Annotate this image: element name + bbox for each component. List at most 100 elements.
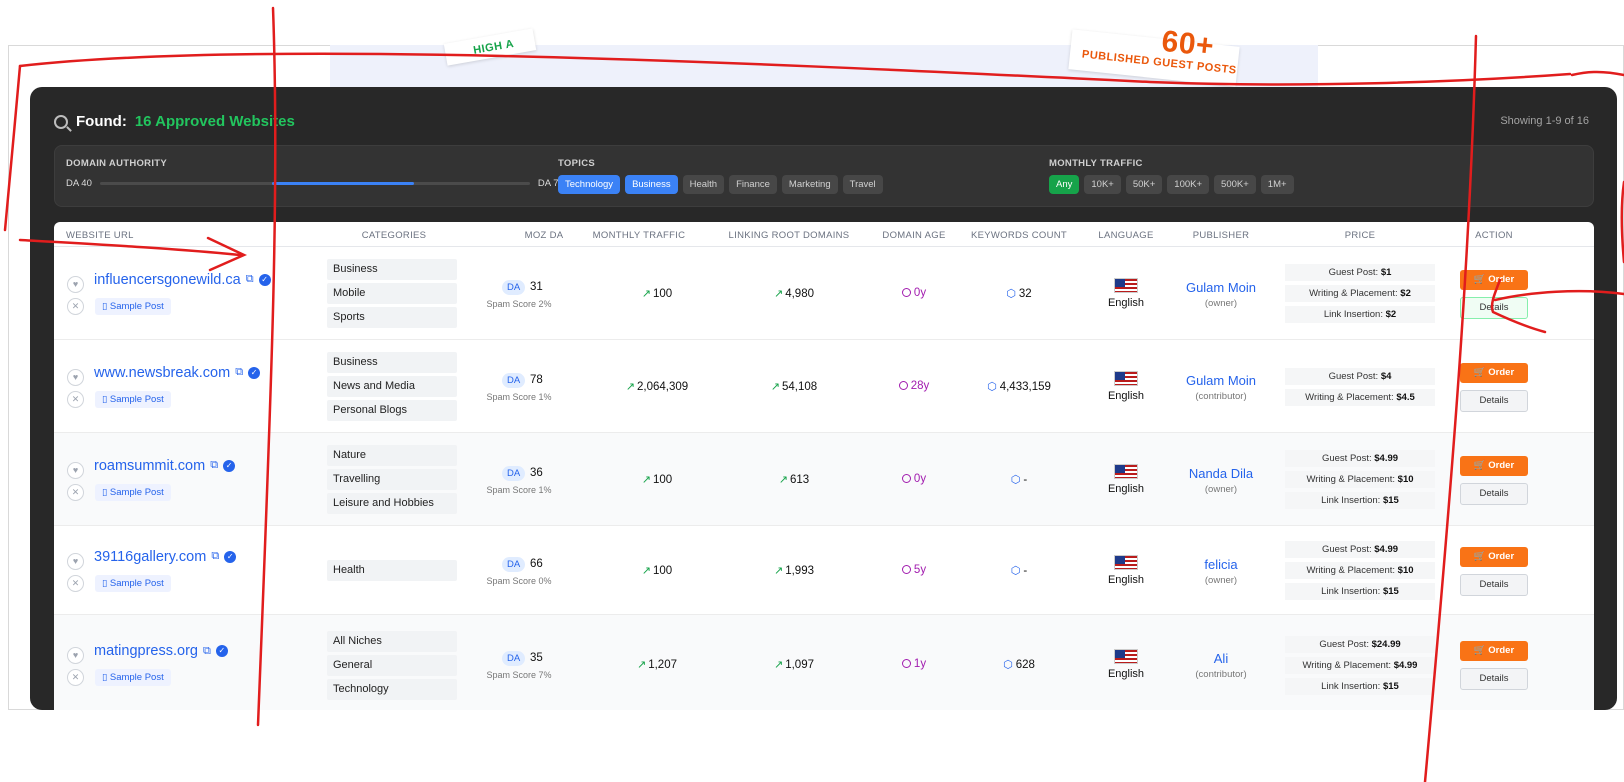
table-row: ♥ ✕ roamsummit.com ⧉ ✓ ▯ Sample Post Nature Tra…: [54, 433, 1594, 526]
category-tag: Sports: [327, 307, 457, 328]
price-label: Link Insertion:: [1321, 680, 1383, 692]
price-line: Guest Post: $4.99: [1285, 450, 1435, 467]
external-link-icon[interactable]: ⧉: [210, 459, 218, 472]
filter-chip-health[interactable]: Health: [682, 175, 725, 194]
price-value: $4.99: [1393, 659, 1418, 671]
favorite-heart-icon[interactable]: ♥: [67, 552, 84, 570]
website-url[interactable]: www.newsbreak.com: [94, 365, 230, 381]
sample-post-link[interactable]: ▯ Sample Post: [95, 574, 171, 592]
sample-post-link[interactable]: ▯ Sample Post: [95, 483, 171, 501]
filter-chip-marketing[interactable]: Marketing: [781, 175, 838, 194]
website-link[interactable]: matingpress.org ⧉ ✓: [94, 643, 228, 659]
website-link[interactable]: 39116gallery.com ⧉ ✓: [94, 549, 237, 565]
keywords-count: ⬡ 4,433,159: [974, 380, 1064, 393]
remove-x-icon[interactable]: ✕: [67, 297, 84, 315]
filter-chip-50k-[interactable]: 50K+: [1125, 175, 1163, 194]
publisher-name[interactable]: Nanda Dila: [1171, 466, 1271, 481]
clock-icon: [901, 659, 911, 668]
table-header: WEBSITE URL CATEGORIES MOZ DA MONTHLY TRAFF…: [54, 222, 1594, 247]
monthly-traffic: ↗ 1,207: [602, 658, 712, 671]
details-button[interactable]: Details: [1460, 482, 1528, 505]
us-flag-icon: [1114, 277, 1138, 293]
order-button[interactable]: 🛒 Order: [1460, 455, 1528, 476]
domain-authority-filter: DOMAIN AUTHORITY DA 40 DA 73: [66, 158, 564, 189]
price-line: Guest Post: $4: [1285, 367, 1435, 385]
order-button[interactable]: 🛒 Order: [1460, 546, 1528, 567]
price-line: Link Insertion: $15: [1285, 677, 1435, 695]
details-button[interactable]: Details: [1460, 389, 1528, 412]
publisher-name[interactable]: Ali: [1171, 651, 1271, 666]
filter-chip-10k-[interactable]: 10K+: [1084, 175, 1121, 194]
column-header-keywords-count: KEYWORDS COUNT: [970, 230, 1068, 241]
price-label: Writing & Placement:: [1306, 565, 1398, 576]
publisher-name[interactable]: Gulam Moin: [1171, 373, 1271, 388]
order-button[interactable]: 🛒 Order: [1460, 641, 1528, 661]
keywords-count: ⬡ -: [974, 564, 1064, 577]
website-url[interactable]: influencersgonewild.ca: [94, 272, 241, 288]
order-button[interactable]: 🛒 Order: [1460, 362, 1528, 383]
price-label: Guest Post:: [1321, 453, 1375, 464]
price-line: Guest Post: $1: [1285, 264, 1435, 281]
filter-chip-1m-[interactable]: 1M+: [1260, 175, 1294, 194]
filter-chip-travel[interactable]: Travel: [842, 175, 883, 194]
details-button[interactable]: Details: [1460, 668, 1528, 690]
sample-post-link[interactable]: ▯ Sample Post: [95, 297, 171, 315]
website-url[interactable]: matingpress.org: [94, 643, 198, 659]
keywords-count-value: -: [1023, 564, 1028, 577]
price-label: Guest Post:: [1319, 638, 1372, 650]
linking-root-domains-value: 613: [790, 473, 810, 486]
filter-chip-100k-[interactable]: 100K+: [1167, 175, 1210, 194]
remove-x-icon[interactable]: ✕: [67, 483, 84, 501]
filter-chip-finance[interactable]: Finance: [729, 175, 777, 194]
filter-chip-technology[interactable]: Technology: [558, 175, 621, 194]
price-value: $15: [1382, 495, 1399, 506]
order-button[interactable]: 🛒 Order: [1460, 269, 1528, 290]
table-row: ♥ ✕ matingpress.org ⧉ ✓ ▯ Sample Post All Nich…: [54, 615, 1594, 710]
website-link[interactable]: roamsummit.com ⧉ ✓: [94, 458, 236, 474]
details-button[interactable]: Details: [1460, 296, 1528, 319]
linking-root-domains: ↗ 54,108: [744, 380, 844, 393]
website-url[interactable]: roamsummit.com: [94, 458, 205, 474]
category-tag: Travelling: [327, 469, 457, 490]
filter-chip-500k-[interactable]: 500K+: [1214, 175, 1256, 194]
favorite-heart-icon[interactable]: ♥: [67, 368, 84, 386]
linking-root-domains: ↗ 613: [744, 473, 844, 486]
website-url[interactable]: 39116gallery.com: [94, 549, 206, 565]
keywords-count: ⬡ 32: [974, 287, 1064, 300]
category-tag: News and Media: [327, 376, 457, 397]
external-link-icon[interactable]: ⧉: [235, 366, 243, 379]
remove-x-icon[interactable]: ✕: [67, 390, 84, 408]
sample-post-link[interactable]: ▯ Sample Post: [95, 669, 171, 686]
filter-chip-business[interactable]: Business: [625, 175, 678, 194]
topics-filter: TOPICS Technology Business Health Finance Ma…: [558, 158, 883, 194]
da-range-fill[interactable]: [271, 182, 414, 185]
monthly-traffic-value: 100: [653, 473, 673, 486]
publisher-role: (contributor): [1195, 390, 1247, 402]
favorite-heart-icon[interactable]: ♥: [67, 461, 84, 479]
publisher-name[interactable]: felicia: [1171, 557, 1271, 572]
remove-x-icon[interactable]: ✕: [67, 574, 84, 592]
sample-post-link[interactable]: ▯ Sample Post: [95, 390, 171, 408]
publisher-name[interactable]: Gulam Moin: [1171, 280, 1271, 295]
external-link-icon[interactable]: ⧉: [211, 550, 219, 563]
table-row: ♥ ✕ www.newsbreak.com ⧉ ✓ ▯ Sample Post Busine…: [54, 340, 1594, 433]
spam-score: Spam Score 1%: [486, 484, 552, 495]
remove-x-icon[interactable]: ✕: [67, 669, 84, 686]
da-range-slider[interactable]: [99, 182, 530, 185]
keywords-count-value: 32: [1018, 287, 1032, 300]
website-link[interactable]: influencersgonewild.ca ⧉ ✓: [94, 272, 271, 288]
monthly-traffic-value: 100: [653, 564, 673, 577]
details-button[interactable]: Details: [1460, 573, 1528, 596]
moz-da-value: 66: [530, 557, 543, 570]
favorite-heart-icon[interactable]: ♥: [67, 647, 84, 664]
websites-table: WEBSITE URL CATEGORIES MOZ DA MONTHLY TRAFF…: [54, 222, 1594, 710]
external-link-icon[interactable]: ⧉: [203, 645, 211, 658]
verified-check-icon: ✓: [223, 459, 236, 472]
moz-da-badge: DA: [502, 279, 526, 295]
favorite-heart-icon[interactable]: ♥: [67, 275, 84, 293]
website-link[interactable]: www.newsbreak.com ⧉ ✓: [94, 365, 261, 381]
filter-chip-any[interactable]: Any: [1049, 175, 1080, 194]
external-link-icon[interactable]: ⧉: [246, 273, 254, 286]
column-header-language: LANGUAGE: [1098, 230, 1154, 241]
moz-da-badge: DA: [502, 465, 526, 481]
